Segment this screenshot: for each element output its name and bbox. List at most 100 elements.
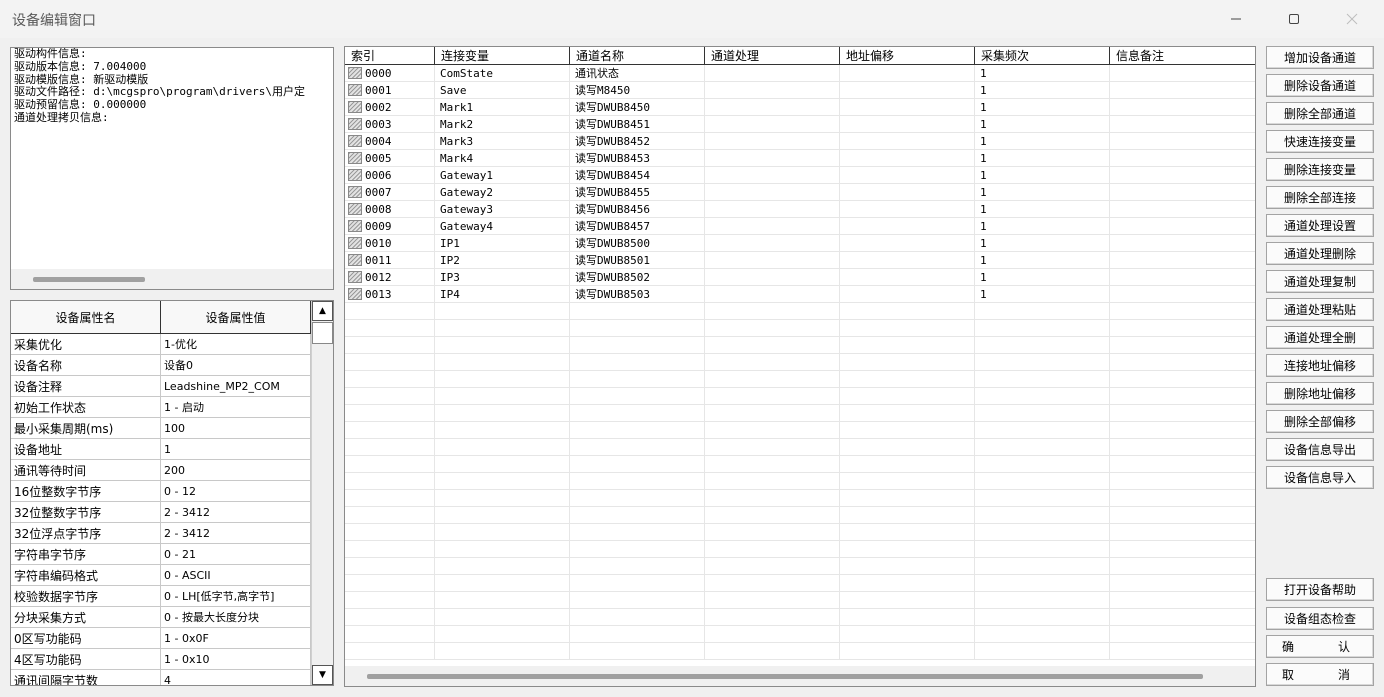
index-cell[interactable]: 0003 xyxy=(345,116,435,133)
empty-cell[interactable] xyxy=(975,524,1110,541)
empty-cell[interactable] xyxy=(705,337,840,354)
empty-cell[interactable] xyxy=(1110,473,1255,490)
empty-cell[interactable] xyxy=(705,524,840,541)
index-cell[interactable]: 0004 xyxy=(345,133,435,150)
channel-cell[interactable]: Gateway1 xyxy=(435,167,570,184)
empty-row[interactable] xyxy=(345,320,1255,337)
channel-cell[interactable] xyxy=(840,99,975,116)
channel-horizontal-scrollbar[interactable] xyxy=(345,666,1255,686)
empty-cell[interactable] xyxy=(840,388,975,405)
empty-row[interactable] xyxy=(345,456,1255,473)
channel-cell[interactable] xyxy=(1110,286,1255,303)
channel-cell[interactable]: 1 xyxy=(975,116,1110,133)
empty-cell[interactable] xyxy=(435,558,570,575)
channel-cell[interactable]: IP1 xyxy=(435,235,570,252)
channel-cell[interactable]: 读写DWUB8503 xyxy=(570,286,705,303)
empty-cell[interactable] xyxy=(345,337,435,354)
property-value-cell[interactable]: 设备0 xyxy=(161,355,311,376)
empty-cell[interactable] xyxy=(345,439,435,456)
channel-cell[interactable]: 读写DWUB8450 xyxy=(570,99,705,116)
empty-row[interactable] xyxy=(345,371,1255,388)
empty-cell[interactable] xyxy=(570,388,705,405)
scroll-down-icon[interactable]: ▼ xyxy=(312,665,333,685)
confirm-button[interactable]: 确 认 xyxy=(1266,635,1374,658)
empty-cell[interactable] xyxy=(1110,524,1255,541)
empty-cell[interactable] xyxy=(570,541,705,558)
channel-cell[interactable] xyxy=(840,116,975,133)
index-cell[interactable]: 0002 xyxy=(345,99,435,116)
empty-cell[interactable] xyxy=(570,609,705,626)
empty-cell[interactable] xyxy=(975,558,1110,575)
empty-cell[interactable] xyxy=(840,422,975,439)
empty-cell[interactable] xyxy=(705,439,840,456)
empty-cell[interactable] xyxy=(570,354,705,371)
empty-cell[interactable] xyxy=(435,371,570,388)
empty-cell[interactable] xyxy=(435,592,570,609)
empty-cell[interactable] xyxy=(435,473,570,490)
empty-cell[interactable] xyxy=(705,490,840,507)
empty-cell[interactable] xyxy=(975,643,1110,660)
channel-row[interactable]: 0006 Gateway1 读写DWUB8454 1 xyxy=(345,167,1255,184)
property-row[interactable]: 16位整数字节序 0 - 12 xyxy=(11,481,311,502)
empty-cell[interactable] xyxy=(435,490,570,507)
channel-row[interactable]: 0009 Gateway4 读写DWUB8457 1 xyxy=(345,218,1255,235)
channel-cell[interactable] xyxy=(840,150,975,167)
empty-cell[interactable] xyxy=(840,592,975,609)
empty-row[interactable] xyxy=(345,473,1255,490)
channel-cell[interactable]: 1 xyxy=(975,252,1110,269)
empty-cell[interactable] xyxy=(705,388,840,405)
empty-cell[interactable] xyxy=(705,541,840,558)
empty-cell[interactable] xyxy=(705,507,840,524)
channel-cell[interactable] xyxy=(705,116,840,133)
empty-row[interactable] xyxy=(345,524,1255,541)
empty-cell[interactable] xyxy=(570,405,705,422)
empty-cell[interactable] xyxy=(345,541,435,558)
empty-cell[interactable] xyxy=(1110,303,1255,320)
empty-cell[interactable] xyxy=(1110,626,1255,643)
channel-process-paste-button[interactable]: 通道处理粘贴 xyxy=(1266,298,1374,321)
channel-cell[interactable] xyxy=(840,184,975,201)
empty-cell[interactable] xyxy=(975,354,1110,371)
scroll-thumb[interactable] xyxy=(312,322,333,344)
property-value-cell[interactable]: 2 - 3412 xyxy=(161,523,311,544)
channel-cell[interactable] xyxy=(1110,235,1255,252)
empty-cell[interactable] xyxy=(435,456,570,473)
channel-row[interactable]: 0007 Gateway2 读写DWUB8455 1 xyxy=(345,184,1255,201)
channel-cell[interactable]: 读写DWUB8455 xyxy=(570,184,705,201)
channel-cell[interactable] xyxy=(840,65,975,82)
index-cell[interactable]: 0011 xyxy=(345,252,435,269)
empty-cell[interactable] xyxy=(570,490,705,507)
empty-cell[interactable] xyxy=(570,575,705,592)
empty-cell[interactable] xyxy=(840,354,975,371)
channel-cell[interactable]: 1 xyxy=(975,99,1110,116)
empty-cell[interactable] xyxy=(975,422,1110,439)
index-cell[interactable]: 0005 xyxy=(345,150,435,167)
empty-row[interactable] xyxy=(345,337,1255,354)
empty-cell[interactable] xyxy=(705,575,840,592)
channel-cell[interactable]: 1 xyxy=(975,286,1110,303)
empty-cell[interactable] xyxy=(570,626,705,643)
empty-cell[interactable] xyxy=(840,371,975,388)
empty-cell[interactable] xyxy=(840,643,975,660)
empty-row[interactable] xyxy=(345,303,1255,320)
property-row[interactable]: 校验数据字节序 0 - LH[低字节,高字节] xyxy=(11,586,311,607)
channel-cell[interactable]: 通讯状态 xyxy=(570,65,705,82)
quick-connect-variable-button[interactable]: 快速连接变量 xyxy=(1266,130,1374,153)
empty-cell[interactable] xyxy=(435,303,570,320)
property-value-cell[interactable]: 1 - 启动 xyxy=(161,397,311,418)
property-row[interactable]: 32位浮点字节序 2 - 3412 xyxy=(11,523,311,544)
empty-cell[interactable] xyxy=(570,320,705,337)
index-cell[interactable]: 0000 xyxy=(345,65,435,82)
channel-cell[interactable]: IP4 xyxy=(435,286,570,303)
channel-row[interactable]: 0004 Mark3 读写DWUB8452 1 xyxy=(345,133,1255,150)
empty-cell[interactable] xyxy=(975,626,1110,643)
channel-cell[interactable] xyxy=(1110,99,1255,116)
property-value-cell[interactable]: 2 - 3412 xyxy=(161,502,311,523)
channel-cell[interactable]: Save xyxy=(435,82,570,99)
channel-cell[interactable] xyxy=(705,99,840,116)
property-row[interactable]: 通讯等待时间 200 xyxy=(11,460,311,481)
scroll-thumb[interactable] xyxy=(367,674,1203,679)
index-cell[interactable]: 0007 xyxy=(345,184,435,201)
empty-row[interactable] xyxy=(345,422,1255,439)
channel-cell[interactable] xyxy=(705,133,840,150)
